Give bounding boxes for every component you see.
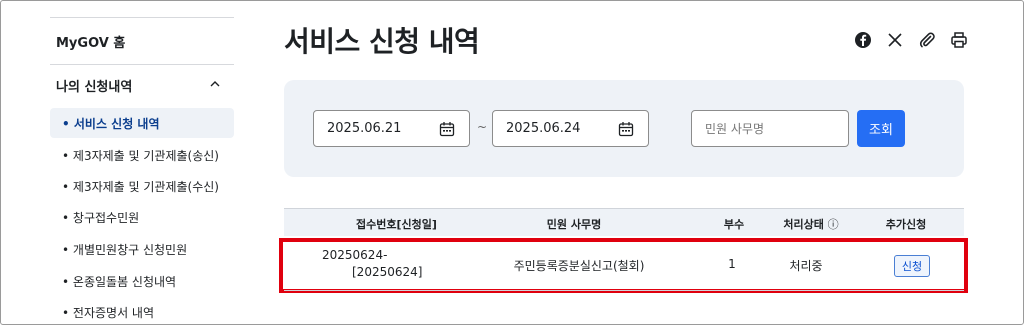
table-bottom-divider [284,290,964,291]
sidebar-item-label: 창구접수민원 [72,211,140,225]
start-date-input[interactable]: 2025.06.21 [313,110,470,147]
page-title: 서비스 신청 내역 [284,25,480,58]
sidebar-item-label: 제3자제출 및 기관제출(송신) [72,149,219,163]
sidebar-item-label: 개별민원창구 신청민원 [72,243,188,257]
attach-icon[interactable] [917,30,937,50]
end-date-input[interactable]: 2025.06.24 [492,110,649,147]
sidebar-section-title[interactable]: 나의 신청내역 [56,76,132,95]
info-icon[interactable]: ⓘ [828,218,839,231]
sidebar-item-individual-counter[interactable]: • 개별민원창구 신청민원 [62,241,187,258]
sidebar-item-label: 제3자제출 및 기관제출(수신) [72,180,219,194]
chevron-up-icon[interactable] [210,79,220,89]
highlight-box [279,238,968,293]
column-header-action: 추가신청 [885,218,927,231]
sidebar-item-all-day-care[interactable]: • 온종일돌봄 신청내역 [62,273,176,290]
search-button[interactable]: 조회 [857,110,905,147]
sidebar-home-link[interactable]: MyGOV 홈 [56,32,125,51]
date-range-separator: ~ [477,120,488,134]
column-header-name: 민원 사무명 [546,218,602,231]
end-date-value: 2025.06.24 [506,121,581,136]
table-header: 접수번호[신청일] 민원 사무명 부수 처리상태 ⓘ 추가신청 [284,208,964,236]
sidebar-item-label: 서비스 신청 내역 [73,117,160,131]
sidebar-top-divider [50,17,234,18]
facebook-icon[interactable] [853,30,873,50]
sidebar-item-e-certificate[interactable]: • 전자증명서 내역 [62,304,154,321]
sidebar-divider [50,64,234,65]
start-date-value: 2025.06.21 [327,121,402,136]
column-header-status: 처리상태 ⓘ [776,216,846,232]
sidebar-item-counter-civil[interactable]: • 창구접수민원 [62,209,139,226]
civil-name-search-input[interactable] [691,110,849,147]
sidebar-item-label: 전자증명서 내역 [72,306,155,320]
sidebar-item-third-party-sent[interactable]: • 제3자제출 및 기관제출(송신) [62,147,219,164]
column-header-receipt: 접수번호[신청일] [356,218,437,231]
calendar-icon[interactable] [618,121,634,137]
sidebar-item-label: 온종일돌봄 신청내역 [72,275,177,289]
share-toolbar [853,30,969,50]
column-header-count: 부수 [723,218,745,231]
calendar-icon[interactable] [439,121,455,137]
print-icon[interactable] [949,30,969,50]
sidebar-item-service-history[interactable]: • 서비스 신청 내역 [62,115,160,132]
search-panel: 2025.06.21 ~ 2025.06.24 조회 [284,80,964,177]
x-icon[interactable] [885,30,905,50]
column-header-status-label: 처리상태 [783,218,824,231]
sidebar-item-third-party-received[interactable]: • 제3자제출 및 기관제출(수신) [62,178,219,195]
